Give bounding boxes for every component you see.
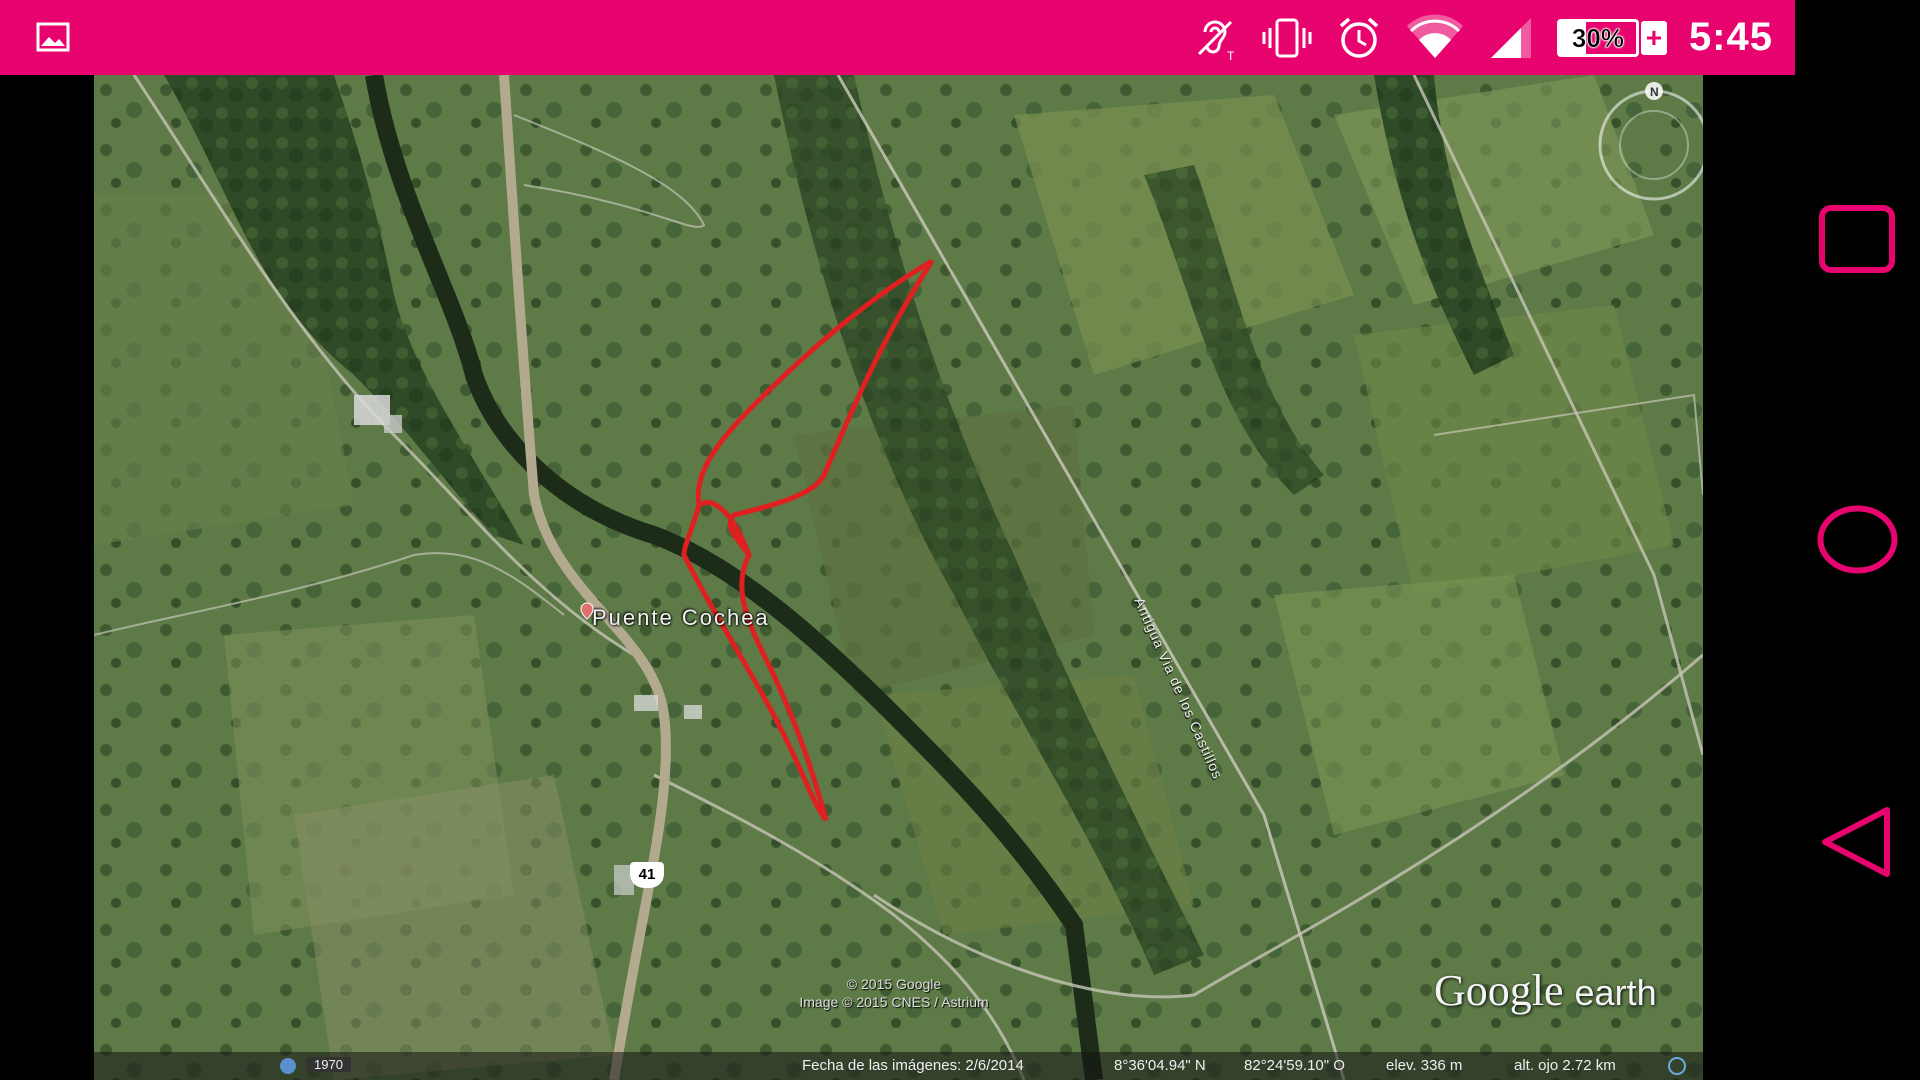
- battery-percent: 30%: [1571, 22, 1625, 53]
- navigation-bar: [1795, 0, 1920, 1080]
- gallery-icon[interactable]: [36, 20, 70, 54]
- longitude: 82°24'59.10" O: [1244, 1057, 1345, 1074]
- terrain-layer: N: [94, 75, 1703, 1080]
- wifi-icon: [1406, 14, 1463, 58]
- logo-earth: earth: [1574, 972, 1657, 1013]
- clock: 5:45: [1688, 15, 1773, 59]
- map-info-bar: 1970 Fecha de las imágenes: 2/6/2014 8°3…: [94, 1052, 1703, 1080]
- charging-indicator: +: [1640, 20, 1667, 55]
- hearing-aid-icon: T: [1197, 20, 1235, 62]
- route-shield: 41: [630, 862, 664, 888]
- copyright-notice: © 2015 Google Image © 2015 CNES / Astriu…: [734, 975, 1054, 1011]
- back-triangle-icon[interactable]: [1815, 800, 1900, 885]
- latitude: 8°36'04.94" N: [1114, 1057, 1206, 1074]
- elevation: elev. 336 m: [1386, 1057, 1463, 1074]
- recents-square-icon[interactable]: [1815, 198, 1900, 283]
- place-label: Puente Cochea: [592, 605, 770, 630]
- logo-google: Google: [1434, 966, 1564, 1015]
- copyright-line-1: © 2015 Google: [846, 976, 942, 992]
- battery-icon: 30% +: [1556, 17, 1667, 59]
- svg-text:T: T: [1227, 49, 1235, 62]
- home-circle-icon[interactable]: [1815, 497, 1900, 582]
- cellular-signal-icon: [1490, 17, 1531, 58]
- status-bar: T 30% + 5:45: [0, 0, 1795, 75]
- google-earth-logo: Google earth: [1434, 965, 1657, 1016]
- alarm-icon: [1339, 17, 1379, 58]
- globe-icon: [280, 1058, 296, 1074]
- place-pin-icon: [580, 602, 594, 620]
- copyright-line-2: Image © 2015 CNES / Astrium: [799, 994, 989, 1010]
- satellite-map-image[interactable]: N Puente Cochea Antigua Via de los Casti…: [94, 75, 1703, 1080]
- eye-altitude: alt. ojo 2.72 km: [1514, 1057, 1616, 1074]
- imagery-date: Fecha de las imágenes: 2/6/2014: [802, 1057, 1024, 1074]
- streaming-status-icon: [1668, 1057, 1686, 1075]
- vibrate-icon: [1262, 18, 1312, 57]
- historical-year[interactable]: 1970: [306, 1057, 351, 1072]
- svg-text:N: N: [1650, 85, 1659, 99]
